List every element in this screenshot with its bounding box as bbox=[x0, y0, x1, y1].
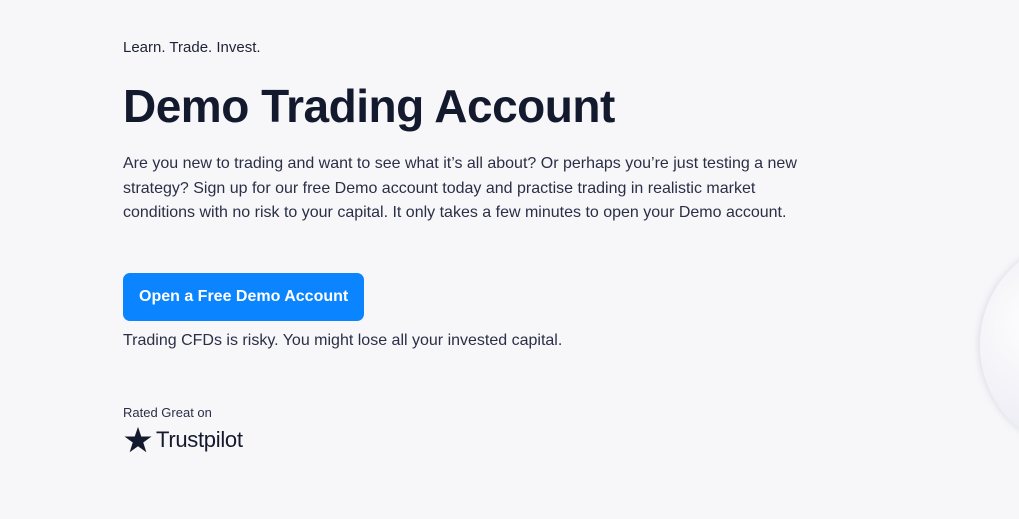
trustpilot-logo[interactable]: Trustpilot bbox=[123, 424, 823, 456]
risk-warning: Trading CFDs is risky. You might lose al… bbox=[123, 331, 563, 349]
decorative-circle bbox=[980, 240, 1019, 450]
trustpilot-wordmark: Trustpilot bbox=[156, 426, 243, 452]
tagline: Learn. Trade. Invest. bbox=[123, 39, 261, 56]
intro-paragraph: Are you new to trading and want to see w… bbox=[123, 155, 797, 221]
open-demo-account-button[interactable]: Open a Free Demo Account bbox=[123, 272, 365, 321]
hero-section: Learn. Trade. Invest. Demo Trading Accou… bbox=[123, 38, 823, 456]
rating-label: Rated Great on bbox=[123, 404, 212, 420]
star-icon bbox=[124, 426, 152, 452]
page-title: Demo Trading Account bbox=[123, 80, 615, 132]
page: Learn. Trade. Invest. Demo Trading Accou… bbox=[0, 0, 1019, 519]
